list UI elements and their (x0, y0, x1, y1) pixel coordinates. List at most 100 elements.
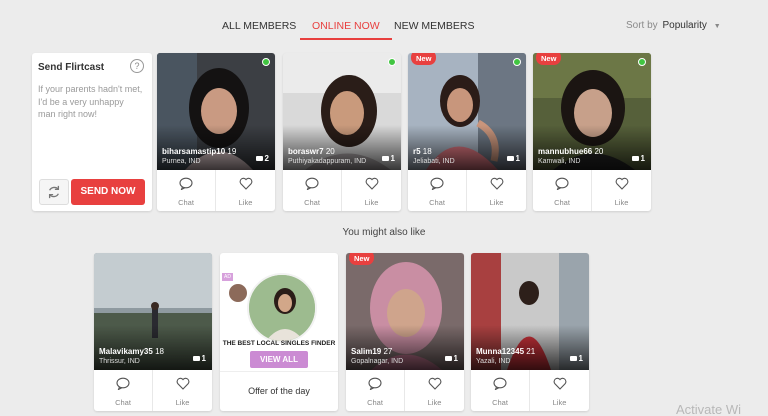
camera-icon (631, 156, 639, 161)
like-button[interactable]: Like (216, 170, 275, 211)
chat-icon (430, 177, 444, 190)
suggested-card[interactable]: Munna12345 21 Yazali, IND 1 Chat Like (471, 253, 589, 411)
like-label: Like (364, 198, 379, 207)
chat-icon (493, 377, 507, 390)
chat-button[interactable]: Chat (533, 170, 592, 211)
member-location: Kamwali, IND (538, 158, 581, 165)
online-indicator (262, 58, 270, 66)
like-button[interactable]: Like (342, 170, 401, 211)
online-indicator (638, 58, 646, 66)
photo-count: 1 (506, 154, 520, 163)
chat-label: Chat (429, 198, 445, 207)
member-card[interactable]: boraswr7 20 Puthiyakadappuram, IND 1 Cha… (283, 53, 401, 211)
suggested-card[interactable]: Malavikamy35 18 Thrissur, IND 1 Chat Lik… (94, 253, 212, 411)
chat-button[interactable]: Chat (94, 370, 153, 411)
member-location: Thrissur, IND (99, 358, 140, 365)
photo-count: 1 (569, 354, 583, 363)
camera-icon (192, 356, 200, 361)
camera-icon (569, 356, 577, 361)
heart-icon (553, 377, 566, 390)
ad-headline: THE BEST LOCAL SINGLES FINDER (222, 340, 336, 347)
member-location: Jeliabati, IND (413, 158, 455, 165)
camera-icon (444, 356, 452, 361)
chat-icon (555, 177, 569, 190)
member-photo[interactable]: New r5 18 Jeliabati, IND 1 (408, 53, 526, 170)
member-name: Salim19 27 (351, 347, 393, 356)
chat-button[interactable]: Chat (346, 370, 405, 411)
tab-new-members[interactable]: NEW MEMBERS (394, 14, 475, 40)
sort-control[interactable]: Sort by Popularity ▼ (626, 20, 721, 31)
like-button[interactable]: Like (467, 170, 526, 211)
photo-count: 1 (192, 354, 206, 363)
camera-icon (506, 156, 514, 161)
member-name: Malavikamy35 18 (99, 347, 164, 356)
help-icon[interactable]: ? (130, 59, 144, 73)
new-badge: New (411, 53, 437, 65)
chat-label: Chat (554, 198, 570, 207)
chat-button[interactable]: Chat (157, 170, 216, 211)
member-name: Munna12345 21 (476, 347, 536, 356)
photo-count: 1 (631, 154, 645, 163)
member-photo[interactable]: New Salim19 27 Gopalnagar, IND 1 (346, 253, 464, 370)
online-indicator (388, 58, 396, 66)
like-label: Like (552, 398, 567, 407)
member-name: r5 18 (413, 147, 432, 156)
member-photo[interactable]: boraswr7 20 Puthiyakadappuram, IND 1 (283, 53, 401, 170)
heart-icon (615, 177, 628, 190)
chat-icon (368, 377, 382, 390)
member-card[interactable]: New r5 18 Jeliabati, IND 1 Chat Like (408, 53, 526, 211)
new-badge: New (349, 253, 375, 265)
like-button[interactable]: Like (405, 370, 464, 411)
chat-icon (179, 177, 193, 190)
heart-icon (176, 377, 189, 390)
member-photo[interactable]: Munna12345 21 Yazali, IND 1 (471, 253, 589, 370)
photo-count: 1 (381, 154, 395, 163)
like-button[interactable]: Like (592, 170, 651, 211)
tab-all-members[interactable]: ALL MEMBERS (222, 14, 296, 40)
view-all-button[interactable]: VIEW ALL (250, 351, 308, 368)
like-label: Like (489, 198, 504, 207)
sort-value[interactable]: Popularity (662, 20, 706, 31)
chat-icon (305, 177, 319, 190)
member-name: boraswr7 20 (288, 147, 335, 156)
send-now-button[interactable]: SEND NOW (71, 179, 145, 205)
member-location: Yazali, IND (476, 358, 511, 365)
member-card[interactable]: biharsamastip10 19 Purnea, IND 2 Chat Li… (157, 53, 275, 211)
activation-watermark: Activate Wi (676, 402, 742, 416)
suggested-card[interactable]: New Salim19 27 Gopalnagar, IND 1 Chat Li… (346, 253, 464, 411)
heart-icon (490, 177, 503, 190)
flirtcast-title: Send Flirtcast (38, 62, 105, 73)
ad-tag: AD (222, 273, 233, 281)
card-actions: Chat Like (471, 370, 589, 411)
chat-button[interactable]: Chat (283, 170, 342, 211)
chat-icon (116, 377, 130, 390)
photo-count: 1 (444, 354, 458, 363)
chat-button[interactable]: Chat (408, 170, 467, 211)
member-photo[interactable]: Malavikamy35 18 Thrissur, IND 1 (94, 253, 212, 370)
refresh-button[interactable] (39, 179, 69, 205)
chat-label: Chat (304, 198, 320, 207)
ad-card[interactable]: AD THE BEST LOCAL SINGLES FINDER VIEW AL… (220, 253, 338, 411)
photo-count: 2 (255, 154, 269, 163)
like-button[interactable]: Like (530, 370, 589, 411)
refresh-icon (48, 185, 60, 199)
chat-label: Chat (367, 398, 383, 407)
flirtcast-card: Send Flirtcast ? If your parents hadn't … (32, 53, 152, 211)
like-button[interactable]: Like (153, 370, 212, 411)
card-actions: Chat Like (157, 170, 275, 211)
chat-label: Chat (115, 398, 131, 407)
like-label: Like (238, 198, 253, 207)
member-photo[interactable]: biharsamastip10 19 Purnea, IND 2 (157, 53, 275, 170)
card-actions: Chat Like (346, 370, 464, 411)
chat-label: Chat (492, 398, 508, 407)
heart-icon (428, 377, 441, 390)
member-card[interactable]: New mannubhue66 20 Kamwali, IND 1 Chat L… (533, 53, 651, 211)
card-actions: Chat Like (94, 370, 212, 411)
camera-icon (255, 156, 263, 161)
online-indicator (513, 58, 521, 66)
member-photo[interactable]: New mannubhue66 20 Kamwali, IND 1 (533, 53, 651, 170)
chat-button[interactable]: Chat (471, 370, 530, 411)
chevron-down-icon[interactable]: ▼ (714, 23, 721, 30)
sort-label: Sort by (626, 20, 658, 31)
tab-online-now[interactable]: ONLINE NOW (300, 14, 392, 40)
